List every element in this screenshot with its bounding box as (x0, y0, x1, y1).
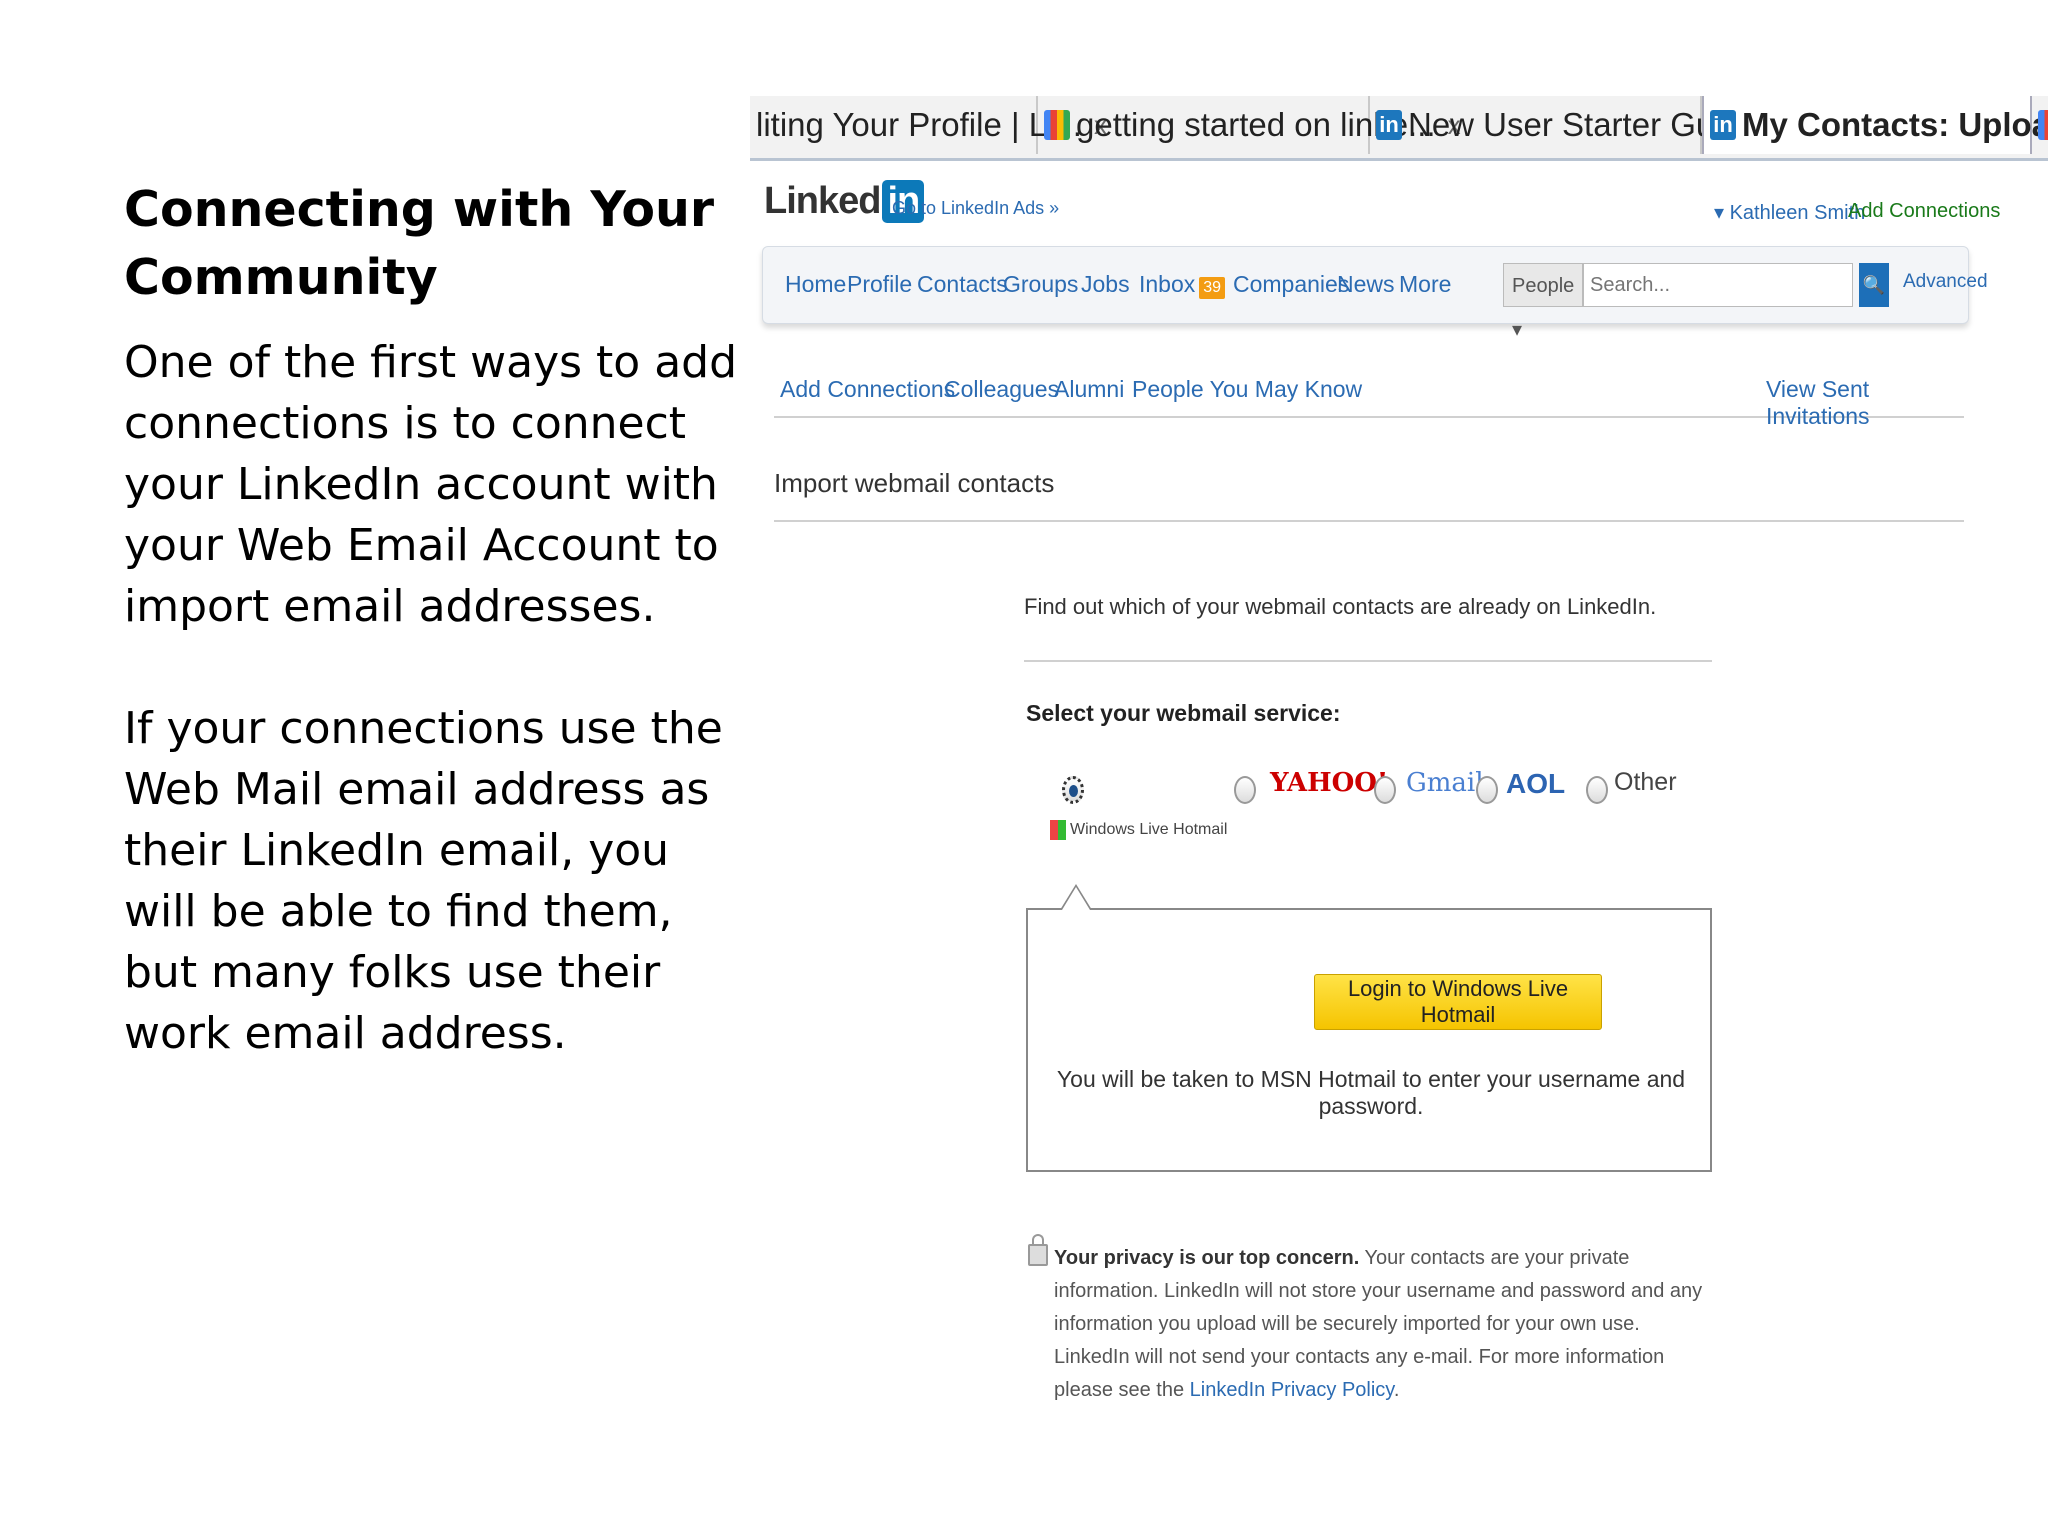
lock-icon (1028, 1234, 1048, 1266)
panel-caret (1060, 884, 1092, 910)
login-panel: Login to Windows Live Hotmail You will b… (1026, 884, 1712, 1172)
select-service-label: Select your webmail service: (1026, 700, 1341, 726)
nav-news[interactable]: News (1337, 271, 1395, 298)
subnav-alumni[interactable]: Alumni (1054, 376, 1124, 403)
subnav-view-sent-invitations[interactable]: View Sent Invitations (1766, 376, 1964, 430)
nav-contacts[interactable]: Contacts (917, 271, 1008, 298)
slide-paragraph-1: One of the first ways to add connections… (124, 337, 738, 632)
browser-tab-5[interactable] (2032, 96, 2048, 154)
yahoo-logo: YAHOO! (1270, 768, 1389, 798)
linkedin-favicon-icon: in (1710, 110, 1736, 140)
search-scope-select[interactable]: People ▾ (1503, 263, 1583, 341)
browser-tab-bar: liting Your Profile | Li... x getting st… (750, 96, 2048, 161)
privacy-notice: Your privacy is our top concern. Your co… (1054, 1247, 1703, 1401)
subnav-add-connections[interactable]: Add Connections (780, 376, 955, 403)
aol-logo: AOL (1506, 768, 1566, 799)
nav-groups[interactable]: Groups (1003, 271, 1078, 298)
login-note: You will be taken to MSN Hotmail to ente… (1056, 1066, 1686, 1119)
google-favicon-icon (1044, 110, 1070, 140)
hotmail-logo: Windows Live Hotmail (1050, 820, 1227, 840)
nav-more[interactable]: More (1399, 271, 1451, 298)
nav-home[interactable]: Home (785, 271, 846, 298)
nav-profile[interactable]: Profile (847, 271, 912, 298)
slide-title: Connecting with Your Community (124, 181, 715, 306)
radio-hotmail[interactable] (1062, 776, 1084, 804)
radio-gmail[interactable] (1374, 776, 1396, 804)
linkedin-ads-link[interactable]: Go to LinkedIn Ads » (892, 198, 1059, 219)
main-nav: Home Profile Contacts Groups Jobs Inbox 3… (762, 246, 1988, 341)
radio-yahoo[interactable] (1234, 776, 1256, 804)
divider (774, 520, 1964, 522)
advanced-search-link[interactable]: Advanced (1903, 271, 1988, 293)
tab-label: My Contacts: Upload ... (1742, 106, 2048, 143)
slide-body: One of the first ways to add connections… (124, 332, 744, 1064)
radio-aol[interactable] (1476, 776, 1498, 804)
linkedin-screenshot: liting Your Profile | Li... x getting st… (750, 96, 2048, 1466)
login-hotmail-button[interactable]: Login to Windows Live Hotmail (1314, 974, 1602, 1030)
browser-tab-2[interactable]: getting started on linke... x (1038, 96, 1461, 154)
user-menu[interactable]: ▾ Kathleen Smith (1714, 200, 1865, 225)
linkedin-favicon-icon: in (1376, 110, 1402, 140)
import-heading: Import webmail contacts (774, 468, 1055, 498)
browser-tab-3[interactable]: in New User Starter Guide... x (1370, 96, 1811, 154)
divider (1024, 660, 1712, 662)
subnav-colleagues[interactable]: Colleagues (944, 376, 1059, 403)
slide-paragraph-2: If your connections use the Web Mail ema… (124, 703, 723, 1059)
windows-flag-icon (1050, 820, 1066, 840)
privacy-policy-link[interactable]: LinkedIn Privacy Policy (1190, 1379, 1394, 1401)
add-connections-link[interactable]: Add Connections (1848, 200, 2000, 223)
nav-inbox[interactable]: Inbox 39 (1139, 271, 1226, 299)
radio-other[interactable] (1586, 776, 1608, 804)
browser-tab-4-active[interactable]: in My Contacts: Upload ... x (1702, 96, 2048, 154)
search-input[interactable] (1583, 263, 1853, 307)
subnav-people-you-may-know[interactable]: People You May Know (1132, 376, 1362, 403)
nav-jobs[interactable]: Jobs (1081, 271, 1130, 298)
connections-subnav: Add Connections Colleagues Alumni People… (774, 372, 1964, 429)
search-icon[interactable]: 🔍 (1859, 263, 1889, 307)
other-label: Other (1614, 768, 1677, 796)
gmail-logo: Gmail (1406, 768, 1484, 798)
import-intro: Find out which of your webmail contacts … (1024, 594, 1657, 619)
google-favicon-icon (2038, 110, 2048, 140)
inbox-count-badge: 39 (1199, 277, 1226, 299)
tab-label: liting Your Profile | Li... (756, 106, 1082, 143)
browser-tab-1[interactable]: liting Your Profile | Li... x (750, 96, 1107, 154)
nav-companies[interactable]: Companies (1233, 271, 1349, 298)
